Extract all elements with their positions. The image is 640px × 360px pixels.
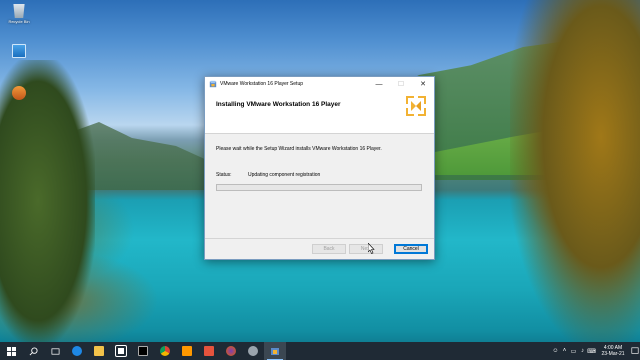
notification-icon	[631, 347, 639, 354]
search-button[interactable]	[22, 342, 44, 360]
taskbar-chrome[interactable]	[154, 342, 176, 360]
install-info-text: Please wait while the Setup Wizard insta…	[216, 146, 382, 152]
taskbar-clock[interactable]: 4:00 AM 23-Mar-21	[596, 345, 630, 357]
file-explorer-icon	[94, 346, 104, 356]
desktop-icon-label: Recycle Bin	[8, 19, 30, 24]
minimize-button[interactable]: —	[368, 77, 390, 91]
windows-start-icon	[6, 346, 16, 356]
terminal-icon	[138, 346, 148, 356]
status-value: Updating component registration	[248, 172, 321, 178]
search-icon	[29, 346, 38, 355]
app-tile-icon	[204, 346, 214, 356]
firefox-icon	[226, 346, 236, 356]
wallpaper-tree-right	[510, 0, 640, 342]
install-progress-bar	[216, 184, 422, 191]
dialog-footer: Back Next Cancel	[205, 238, 434, 259]
taskbar-terminal[interactable]	[132, 342, 154, 360]
vmware-setup-icon	[271, 348, 279, 355]
status-label: Status:	[216, 172, 232, 178]
sublime-icon	[182, 346, 192, 356]
mouse-cursor-icon	[368, 243, 375, 254]
task-view-button[interactable]	[44, 342, 66, 360]
tray-network-icon[interactable]: ▭	[569, 342, 578, 360]
start-button[interactable]	[0, 342, 22, 360]
edge-icon	[72, 346, 82, 356]
taskbar-settings[interactable]	[242, 342, 264, 360]
setup-dialog: VMware Workstation 16 Player Setup — ☐ ✕…	[204, 76, 435, 260]
maximize-button[interactable]: ☐	[390, 77, 412, 91]
tray-people-icon[interactable]: ☺	[551, 342, 560, 360]
desktop-icon-computer[interactable]	[4, 44, 34, 59]
tray-chevron-up-icon[interactable]: ˄	[560, 342, 569, 360]
dialog-titlebar[interactable]: VMware Workstation 16 Player Setup — ☐ ✕	[205, 77, 434, 91]
tray-keyboard-icon[interactable]: ⌨	[587, 342, 596, 360]
dialog-window-title: VMware Workstation 16 Player Setup	[220, 81, 304, 87]
computer-icon	[12, 44, 26, 58]
status-row: Status: Updating component registration	[216, 172, 320, 178]
dialog-header-title: Installing VMware Workstation 16 Player	[216, 101, 341, 108]
wallpaper-tree-left	[0, 60, 95, 342]
taskbar-file-explorer[interactable]	[88, 342, 110, 360]
vmware-logo-icon	[406, 96, 426, 116]
task-view-icon	[51, 347, 59, 355]
taskbar-firefox[interactable]	[220, 342, 242, 360]
taskbar-vmware-setup[interactable]	[264, 342, 286, 360]
store-icon	[115, 345, 127, 357]
taskbar-edge[interactable]	[66, 342, 88, 360]
back-button[interactable]: Back	[312, 244, 346, 254]
taskbar-store[interactable]	[110, 342, 132, 360]
dialog-header: Installing VMware Workstation 16 Player	[205, 91, 434, 134]
settings-icon	[248, 346, 258, 356]
chrome-icon	[160, 346, 170, 356]
taskbar-app[interactable]	[198, 342, 220, 360]
system-tray: ☺ ˄ ▭ ♪ ⌨ 4:00 AM 23-Mar-21	[551, 342, 640, 360]
installer-icon	[209, 80, 217, 88]
recycle-bin-icon	[13, 4, 25, 18]
tray-volume-icon[interactable]: ♪	[578, 342, 587, 360]
desktop-icon-recycle-bin[interactable]: Recycle Bin	[4, 4, 34, 24]
close-button[interactable]: ✕	[412, 77, 434, 91]
desktop-icon-app[interactable]	[4, 86, 34, 101]
taskbar: ☺ ˄ ▭ ♪ ⌨ 4:00 AM 23-Mar-21	[0, 342, 640, 360]
notification-center-button[interactable]	[630, 342, 640, 360]
app-icon	[12, 86, 26, 100]
taskbar-sublime[interactable]	[176, 342, 198, 360]
clock-date: 23-Mar-21	[601, 351, 625, 357]
next-button[interactable]: Next	[349, 244, 383, 254]
dialog-body: Please wait while the Setup Wizard insta…	[205, 134, 434, 240]
cancel-button[interactable]: Cancel	[394, 244, 428, 254]
